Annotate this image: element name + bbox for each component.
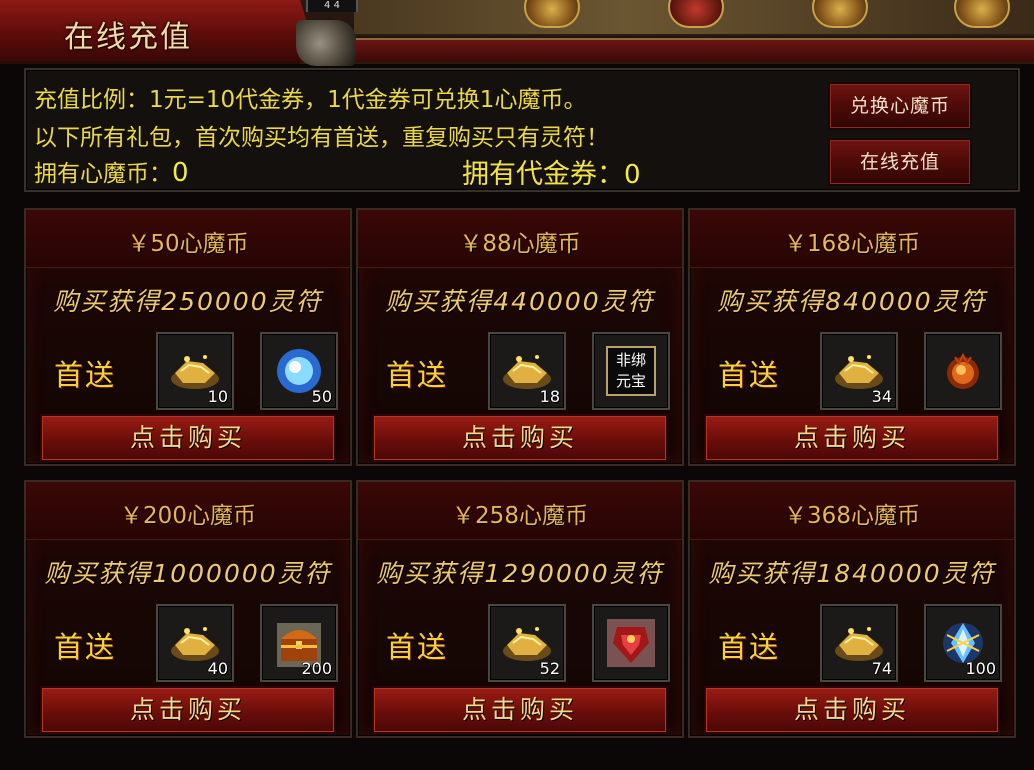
- buy-button[interactable]: 点击购买: [40, 414, 336, 462]
- item-count: 40: [207, 659, 228, 678]
- item-count: 18: [539, 387, 560, 406]
- package-reward-text: 购买获得840000灵符: [717, 287, 987, 316]
- unbound-ingot-icon: 非绑 元宝: [606, 346, 656, 396]
- item-count: 34: [871, 387, 892, 406]
- package-price: ￥200心魔币: [120, 503, 256, 529]
- item-slot[interactable]: [924, 332, 1002, 410]
- ornament-bar: [300, 38, 1034, 64]
- item-slot[interactable]: 40: [156, 604, 234, 682]
- red-mask-icon: [607, 619, 655, 667]
- portrait-medal: [524, 0, 580, 28]
- pin-tab: 4 4: [306, 0, 358, 12]
- item-slot[interactable]: 34: [820, 332, 898, 410]
- package-card: ￥258心魔币 购买获得1290000灵符 首送 52 点击购买: [356, 480, 684, 738]
- item-slot[interactable]: 200: [260, 604, 338, 682]
- item-slot[interactable]: 50: [260, 332, 338, 410]
- package-price: ￥50心魔币: [127, 231, 249, 257]
- buy-button[interactable]: 点击购买: [704, 414, 1000, 462]
- item-slot[interactable]: 10: [156, 332, 234, 410]
- item-count: 200: [301, 659, 332, 678]
- owned-coins: 拥有心魔币：0: [34, 154, 189, 188]
- fire-orb-icon: [947, 352, 979, 389]
- item-count: 10: [207, 387, 228, 406]
- item-slot[interactable]: [592, 604, 670, 682]
- portrait-medal: [812, 0, 868, 28]
- item-count: 74: [871, 659, 892, 678]
- item-count: 100: [965, 659, 996, 678]
- item-count: 50: [311, 387, 332, 406]
- package-card: ￥168心魔币 购买获得840000灵符 首送 34 点击购买: [688, 208, 1016, 466]
- item-slot[interactable]: 74: [820, 604, 898, 682]
- package-reward-text: 购买获得1290000灵符: [376, 559, 664, 588]
- item-slot[interactable]: 52: [488, 604, 566, 682]
- recharge-online-button[interactable]: 在线充值: [828, 138, 972, 186]
- package-reward-text: 购买获得440000灵符: [385, 287, 655, 316]
- buy-button[interactable]: 点击购买: [704, 686, 1000, 734]
- exchange-rate-text: 充值比例：1元=10代金券，1代金券可兑换1心魔币。: [34, 87, 587, 113]
- banner-decoration: [354, 0, 1034, 36]
- buy-button[interactable]: 点击购买: [40, 686, 336, 734]
- owned-vouchers-value: 0: [624, 160, 641, 190]
- first-gift-label: 首送: [718, 358, 781, 392]
- item-slot[interactable]: 18: [488, 332, 566, 410]
- item-slot[interactable]: 非绑 元宝: [592, 332, 670, 410]
- owned-vouchers-label: 拥有代金券：: [462, 159, 624, 190]
- item-count: 52: [539, 659, 560, 678]
- owned-vouchers: 拥有代金券：0: [462, 152, 641, 191]
- package-price: ￥258心魔币: [452, 503, 588, 529]
- package-reward-text: 购买获得1000000灵符: [44, 559, 332, 588]
- package-price: ￥368心魔币: [784, 503, 920, 529]
- owned-coins-value: 0: [172, 158, 189, 188]
- info-panel: 充值比例：1元=10代金券，1代金券可兑换1心魔币。 以下所有礼包，首次购买均有…: [24, 68, 1020, 192]
- first-gift-label: 首送: [386, 358, 449, 392]
- portrait-medal: [668, 0, 724, 28]
- package-price: ￥88心魔币: [459, 231, 581, 257]
- package-card: ￥200心魔币 购买获得1000000灵符 首送 40 200 点击购买: [24, 480, 352, 738]
- first-gift-label: 首送: [386, 630, 449, 664]
- package-price: ￥168心魔币: [784, 231, 920, 257]
- package-card: ￥88心魔币 购买获得440000灵符 首送 18 非绑 元宝 点击购买: [356, 208, 684, 466]
- item-slot[interactable]: 100: [924, 604, 1002, 682]
- unbound-ingot-label: 非绑 元宝: [615, 351, 646, 390]
- first-gift-label: 首送: [54, 358, 117, 392]
- exchange-coins-button[interactable]: 兑换心魔币: [828, 82, 972, 130]
- gift-rule-text: 以下所有礼包，首次购买均有首送，重复购买只有灵符！: [34, 125, 609, 151]
- window-title: 在线充值: [64, 20, 192, 55]
- buy-button[interactable]: 点击购买: [372, 686, 668, 734]
- first-gift-label: 首送: [54, 630, 117, 664]
- buy-button[interactable]: 点击购买: [372, 414, 668, 462]
- ornament-knot-icon: [296, 20, 356, 66]
- package-reward-text: 购买获得1840000灵符: [708, 559, 996, 588]
- top-banner: 在线充值 4 4: [0, 0, 1034, 66]
- portrait-medal: [954, 0, 1010, 28]
- package-grid: ￥50心魔币 购买获得250000灵符 首送 10 50 点击购买 ￥88心魔币…: [24, 208, 1020, 748]
- package-reward-text: 购买获得250000灵符: [53, 287, 323, 316]
- owned-coins-label: 拥有心魔币：: [34, 161, 172, 187]
- package-card: ￥368心魔币 购买获得1840000灵符 首送 74 100 点击购买: [688, 480, 1016, 738]
- package-card: ￥50心魔币 购买获得250000灵符 首送 10 50 点击购买: [24, 208, 352, 466]
- first-gift-label: 首送: [718, 630, 781, 664]
